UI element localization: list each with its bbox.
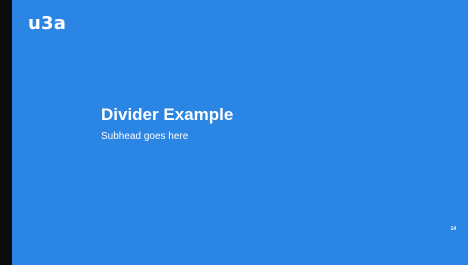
slide-subhead: Subhead goes here	[101, 131, 189, 142]
u3a-logo: u3a	[28, 13, 67, 34]
slide-title: Divider Example	[101, 105, 234, 124]
slide: u3a Divider Example Subhead goes here 14	[12, 0, 468, 265]
page-number: 14	[450, 226, 456, 232]
